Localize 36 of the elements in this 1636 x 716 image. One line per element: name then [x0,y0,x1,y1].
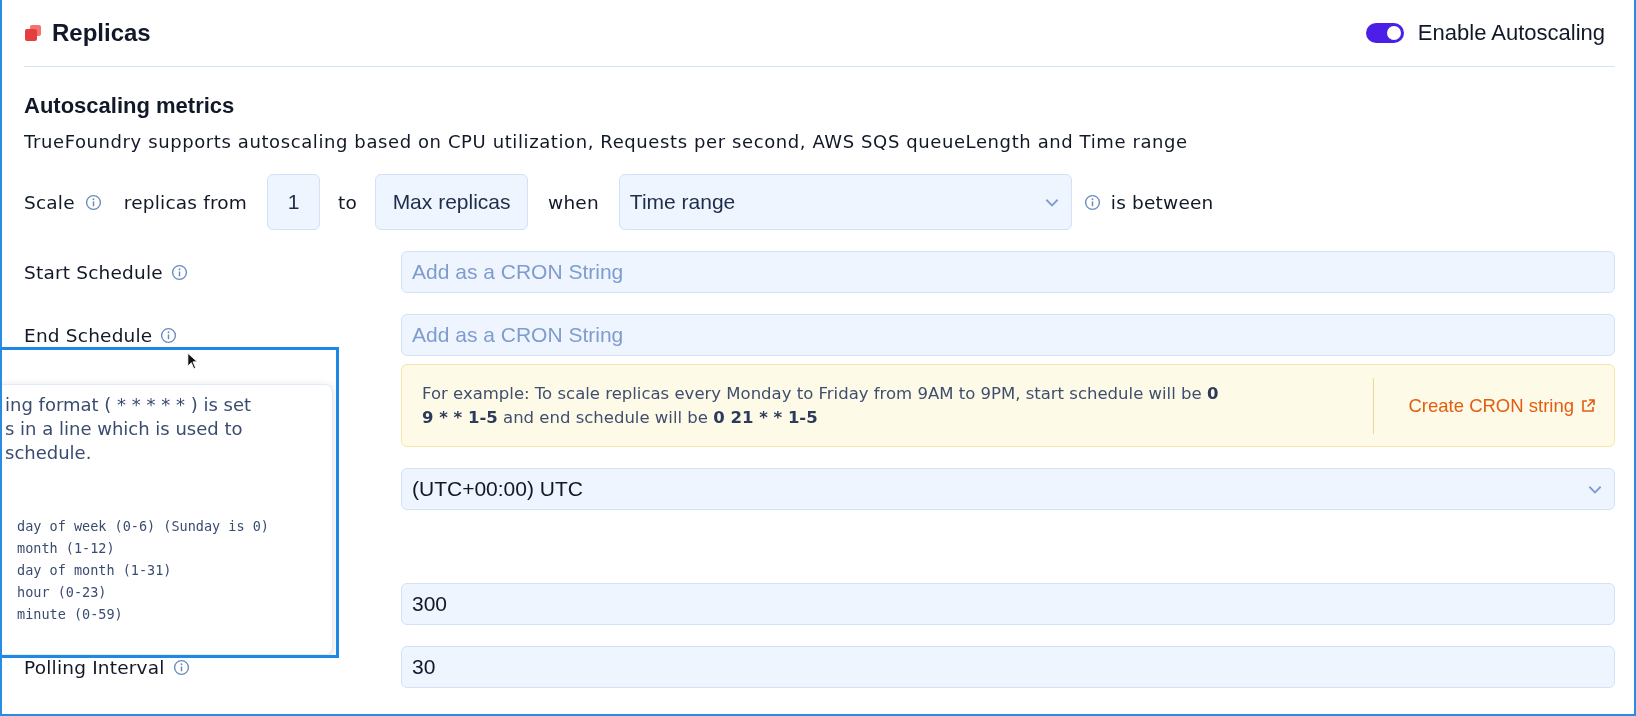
cron-field-description: day of week (0-6) (Sunday is 0) [17,517,270,536]
replicas-icon [24,24,42,42]
cron-field-description: hour (0-23) [17,583,108,602]
metric-select[interactable]: Time range [618,174,1072,230]
cron-field-description: minute (0-59) [17,605,124,624]
info-icon[interactable] [84,193,102,211]
input-field[interactable]: 300 [401,583,1615,625]
field-label: Polling Interval [24,656,165,678]
info-icon[interactable] [160,326,178,344]
field-label: Scale [24,191,75,213]
timezone-select[interactable]: (UTC+00:00) UTC [401,468,1615,510]
cron-field-description: month (1-12) [17,539,116,558]
inline-text: when [548,191,599,213]
inline-text: to [338,191,358,213]
info-icon[interactable] [170,263,188,281]
info-icon[interactable] [172,658,190,676]
external-link-icon [1580,397,1596,414]
toggle-label: Enable Autoscaling [1417,20,1605,46]
mouse-cursor-icon [187,352,199,370]
field-label: Start Schedule [24,261,163,283]
tooltip-text: ing format ( * * * * * ) is set [5,393,253,417]
tooltip-text: schedule. [5,441,93,465]
max-replicas-field[interactable]: Max replicas [375,174,529,230]
info-icon[interactable] [1083,193,1101,211]
input-field[interactable]: 30 [401,646,1615,688]
field-label: End Schedule [24,324,153,346]
example-text: For example: To scale replicas every Monday to Friday from 9AM to 9PM, start schedule will be 0 9 * * 1-5 and end schedule will be 0 21 * * 1-5 [422,382,1220,429]
tooltip-text: s in a line which is used to [5,417,244,441]
description-text: TrueFoundry supports autoscaling based on CPU utilization, Requests per second, AWS SQS queueLength and Time range [24,131,1189,152]
cron-field-description: day of month (1-31) [17,561,173,580]
section-title: Replicas [52,19,151,47]
subsection-title: Autoscaling metrics [24,93,236,119]
inline-text: replicas from [123,191,248,213]
inline-text: is between [1110,191,1214,213]
autoscaling-toggle[interactable] [1365,23,1404,43]
min-replicas-field[interactable]: 1 [267,174,321,230]
